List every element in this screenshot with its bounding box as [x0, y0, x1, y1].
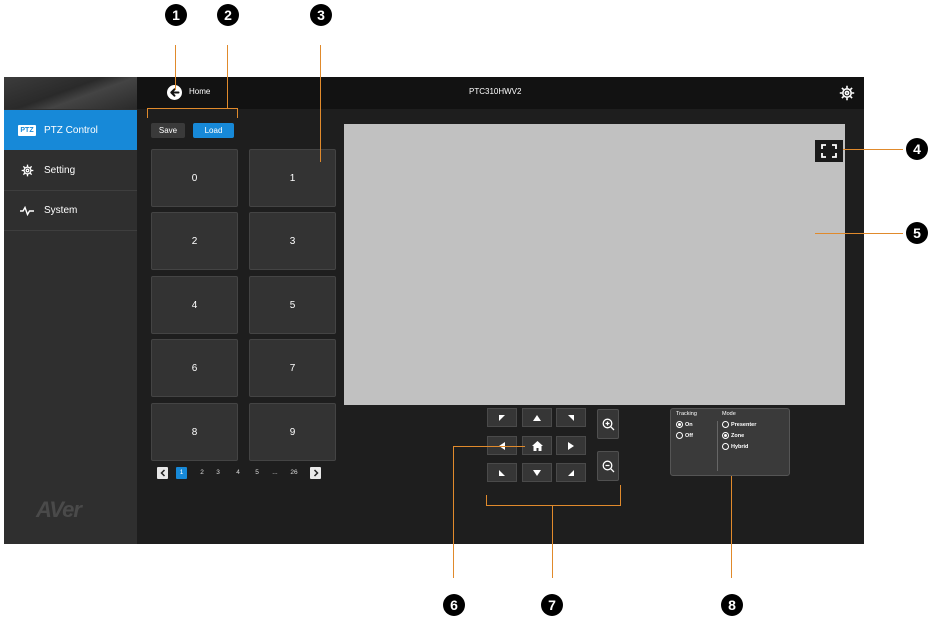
callout-line-5: [815, 233, 903, 234]
ptz-icon: PTZ: [18, 124, 36, 136]
sidebar-item-label: PTZ Control: [44, 124, 98, 136]
zoom-in-button[interactable]: [597, 409, 619, 439]
callout-line-6: [453, 446, 454, 578]
fullscreen-icon: [821, 144, 837, 158]
pan-up-left-button[interactable]: [487, 408, 517, 427]
arrow-right-icon: [568, 441, 574, 450]
callout-line-7: [552, 505, 553, 578]
chevron-left-icon: [159, 469, 165, 477]
fullscreen-button[interactable]: [815, 140, 843, 162]
panel-divider: [717, 421, 718, 471]
callout-8: 8: [721, 594, 743, 616]
callout-bracket-7: [486, 505, 621, 506]
mode-presenter-radio[interactable]: [722, 421, 729, 428]
mode-zone-label: Zone: [731, 433, 745, 439]
callout-6: 6: [443, 594, 465, 616]
preset-button-0[interactable]: 0: [151, 149, 238, 207]
callout-line-4: [843, 149, 903, 150]
callout-line-1: [175, 45, 176, 90]
tracking-panel: [670, 408, 790, 476]
sidebar-item-system[interactable]: System: [4, 191, 137, 231]
home-position-button[interactable]: [522, 436, 552, 455]
callout-bracket-2-right: [237, 108, 238, 118]
callout-2: 2: [217, 4, 239, 26]
gear-icon: [18, 164, 36, 177]
callout-line-2: [227, 45, 228, 108]
arrow-down-left-icon: [499, 469, 505, 476]
home-icon: [531, 440, 543, 451]
callout-7: 7: [541, 594, 563, 616]
home-link[interactable]: Home: [189, 87, 210, 96]
callout-bracket-2-left: [147, 108, 148, 118]
page-1[interactable]: 1: [176, 467, 187, 479]
mode-zone-radio[interactable]: [722, 432, 729, 439]
device-name: PTC310HWV2: [469, 87, 522, 96]
page-4[interactable]: 4: [233, 467, 243, 479]
sidebar-header: [4, 77, 137, 109]
zoom-out-button[interactable]: [597, 451, 619, 481]
mode-hybrid-label: Hybrid: [731, 444, 749, 450]
pan-down-right-button[interactable]: [556, 463, 586, 482]
pulse-icon: [18, 205, 36, 216]
mode-presenter-label: Presenter: [731, 422, 757, 428]
page-ellipsis: ...: [272, 469, 278, 476]
tracking-on-radio[interactable]: [676, 421, 683, 428]
pan-up-right-button[interactable]: [556, 408, 586, 427]
arrow-up-left-icon: [499, 414, 505, 421]
preset-button-4[interactable]: 4: [151, 276, 238, 334]
zoom-out-icon: [602, 460, 614, 472]
callout-bracket-7-left: [486, 495, 487, 506]
page-3[interactable]: 3: [213, 467, 223, 479]
preset-button-8[interactable]: 8: [151, 403, 238, 461]
save-button[interactable]: Save: [151, 123, 185, 138]
callout-line-3: [320, 45, 321, 162]
callout-bracket-2: [147, 108, 238, 109]
tracking-on-label: On: [685, 422, 693, 428]
page-26[interactable]: 26: [287, 467, 301, 479]
mode-title: Mode: [722, 411, 736, 417]
gear-icon[interactable]: [839, 85, 855, 101]
callout-bracket-7-right: [620, 485, 621, 506]
callout-line-6h: [453, 446, 525, 447]
sidebar-item-label: Setting: [44, 165, 76, 176]
tracking-title: Tracking: [676, 411, 697, 417]
preset-button-5[interactable]: 5: [249, 276, 336, 334]
tracking-off-label: Off: [685, 433, 693, 439]
page-5[interactable]: 5: [252, 467, 262, 479]
zoom-in-icon: [602, 418, 614, 430]
arrow-down-right-icon: [568, 469, 574, 476]
page-2[interactable]: 2: [197, 467, 207, 479]
aver-logo: AVer: [36, 497, 82, 522]
arrow-down-icon: [533, 469, 541, 476]
tilt-down-button[interactable]: [522, 463, 552, 482]
preset-button-6[interactable]: 6: [151, 339, 238, 397]
callout-1: 1: [165, 4, 187, 26]
next-page-button[interactable]: [310, 467, 321, 479]
preset-button-2[interactable]: 2: [151, 212, 238, 270]
load-button[interactable]: Load: [193, 123, 234, 138]
preset-button-1[interactable]: 1: [249, 149, 336, 207]
preset-button-7[interactable]: 7: [249, 339, 336, 397]
sidebar-item-ptz-control[interactable]: PTZ PTZ Control: [4, 110, 137, 150]
preset-button-9[interactable]: 9: [249, 403, 336, 461]
pan-right-button[interactable]: [556, 436, 586, 455]
preset-button-3[interactable]: 3: [249, 212, 336, 270]
sidebar-item-setting[interactable]: Setting: [4, 151, 137, 191]
callout-3: 3: [310, 4, 332, 26]
video-preview[interactable]: [344, 124, 845, 405]
tracking-off-radio[interactable]: [676, 432, 683, 439]
callout-line-8: [731, 476, 732, 578]
arrow-up-right-icon: [568, 414, 574, 421]
callout-4: 4: [906, 138, 928, 160]
chevron-right-icon: [313, 469, 319, 477]
sidebar-item-label: System: [44, 205, 78, 216]
arrow-up-icon: [533, 414, 541, 421]
mode-hybrid-radio[interactable]: [722, 443, 729, 450]
prev-page-button[interactable]: [157, 467, 168, 479]
tilt-up-button[interactable]: [522, 408, 552, 427]
callout-5: 5: [906, 222, 928, 244]
pan-down-left-button[interactable]: [487, 463, 517, 482]
